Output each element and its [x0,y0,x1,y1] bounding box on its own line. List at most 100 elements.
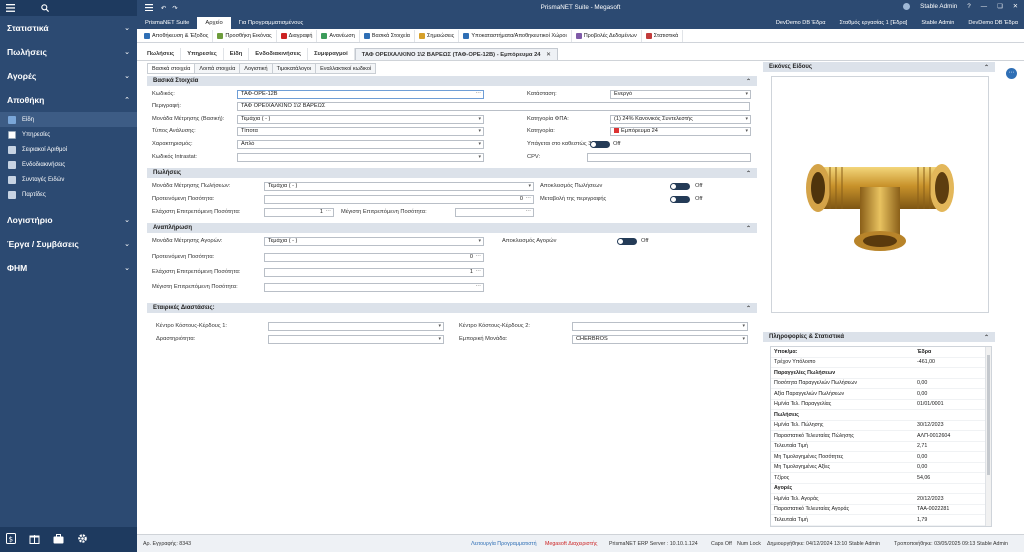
tab-file[interactable]: Αρχείο [197,17,231,29]
sidebar-section-projects[interactable]: Έργα / Συμβάσεις ⌄ [0,232,137,256]
sidebar-item-recipes[interactable]: Συνταγές Ειδών [0,172,137,187]
dimensions-header[interactable]: Εταιρικές Διαστάσεις: ⌃ [147,303,757,313]
money-icon[interactable]: $ [6,533,16,546]
sidebar-item-transfers[interactable]: Ενδοδιακινήσεις [0,157,137,172]
basic-info-button[interactable]: Βασικά Στοιχεία [360,29,415,42]
analysis-select[interactable]: Τίποτα ▾ [237,127,484,136]
tab-developers[interactable]: Για Προγραμματισμένους [231,17,312,29]
user-avatar[interactable] [903,3,911,10]
sidebar-section-fim[interactable]: ΦΗΜ ⌄ [0,256,137,280]
activity-select[interactable]: ▾ [268,335,444,344]
sidebar-section-statistics[interactable]: Στατιστικά ⌄ [0,16,137,40]
info-scrollbar[interactable] [985,347,991,526]
sales-unit-select[interactable]: Τεμάχια ( - ) ▾ [264,182,534,191]
add-image-button[interactable]: Προσθήκη Εικόνας [213,29,277,42]
category-select[interactable]: Εμπόρευμα 24 ▾ [610,127,751,136]
subtab-alt-codes[interactable]: Εναλλακτικοί κωδικοί [316,63,377,74]
sidebar-section-sales[interactable]: Πωλήσεις ⌄ [0,40,137,64]
more-icon[interactable]: ⋯ [476,254,482,260]
maximize-button[interactable]: ❏ [997,3,1003,10]
doctab-items[interactable]: Είδη [224,48,250,60]
delete-button[interactable]: Διαγραφή [277,29,318,42]
collapse-icon[interactable]: ⌃ [746,78,751,85]
purch-exclude-toggle[interactable] [617,238,637,245]
admin-mode[interactable]: Megasoft Διαχειριστής [545,541,597,547]
menubar-user[interactable]: Stable Admin [921,20,954,26]
sidebar-item-services[interactable]: Υπηρεσίες [0,127,137,142]
doctab-transfers[interactable]: Ενδοδιακινήσεις [249,48,309,60]
workstation-selector[interactable]: Σταθμός εργασίας 1 [Έδρα] [840,20,908,26]
sidebar-item-serials[interactable]: Σειριακοί Αριθμοί [0,142,137,157]
cc2-select[interactable]: ▾ [572,322,748,331]
purch-min-field[interactable]: 1 ⋯ [264,268,484,277]
refresh-button[interactable]: Ανανέωση [317,29,360,42]
sidebar-section-accounting[interactable]: Λογιστήριο ⌄ [0,208,137,232]
code-field[interactable]: ΤΑΦ-ΟΡΕ-12Β ⋯ [237,90,484,99]
subtab-other[interactable]: Λοιπά στοιχεία [195,63,241,74]
doctab-agreements[interactable]: Συμφραγμοί [308,48,355,60]
menu-icon[interactable] [6,4,15,12]
collapse-icon[interactable]: ⌃ [746,305,751,312]
more-icon[interactable]: ⋯ [326,209,332,215]
close-button[interactable]: ✕ [1013,3,1018,10]
collapse-icon[interactable]: ⌃ [984,64,989,71]
subtab-basic[interactable]: Βασικά στοιχεία [147,63,196,74]
close-tab-icon[interactable]: ✕ [546,52,551,58]
cc1-select[interactable]: ▾ [268,322,444,331]
purch-unit-select[interactable]: Τεμάχια ( - ) ▾ [264,237,484,246]
more-icon[interactable]: ⋯ [476,91,482,97]
purch-rec-field[interactable]: 0 ⋯ [264,253,484,262]
more-icon[interactable]: ⋯ [526,209,532,215]
more-icon[interactable]: ⋯ [526,196,532,202]
developer-mode[interactable]: Λειτουργία Προγραμματιστή [471,541,537,547]
briefcase-icon[interactable] [53,533,64,546]
database-selector-left[interactable]: DevDemo DB Έδρα [776,20,826,26]
more-icon[interactable]: ⋯ [476,284,482,290]
doctab-item-record[interactable]: ΤΑΦ ΟΡΕΙΧΑΛΚΙΝΟ 1\2 ΒΑΡΕΩΣ (ΤΑΦ-ΟΡΕ-12Β)… [354,48,559,60]
description-field[interactable]: ΤΑΦ ΟΡΕΙΧΑΛΚΙΝΟ 1\2 ΒΑΡΕΩΣ [237,102,750,111]
purch-max-field[interactable]: ⋯ [264,283,484,292]
unit-select[interactable]: Τεμάχια ( - ) ▾ [237,115,484,124]
replenishment-header[interactable]: Αναπλήρωση ⌃ [147,223,757,233]
cpv-field[interactable] [587,153,751,162]
sales-exclude-toggle[interactable] [670,183,690,190]
doctab-services[interactable]: Υπηρεσίες [181,48,224,60]
item-image[interactable] [771,76,989,313]
tab-prismanet-suite[interactable]: PrismaNET Suite [137,17,197,29]
gift-icon[interactable] [29,533,40,546]
collapse-icon[interactable]: ⌃ [984,334,989,341]
intrastat-field[interactable]: ▾ [237,153,484,162]
business-unit-select[interactable]: CHERBROS ▾ [572,335,748,344]
database-selector-right[interactable]: DevDemo DB Έδρα [968,20,1018,26]
search-icon[interactable] [41,4,49,12]
subtab-pricelists[interactable]: Τιμοκατάλογοι [272,63,317,74]
statistics-button[interactable]: Στατιστικά [642,29,684,42]
branches-button[interactable]: Υποκαταστήματα/Αποθηκευτικοί Χώροι [459,29,572,42]
minimize-button[interactable]: — [981,3,987,10]
subtab-accounting[interactable]: Λογιστική [240,63,273,74]
info-stats-header[interactable]: Πληροφορίες & Στατιστικά ⌃ [763,332,995,342]
art39-toggle[interactable] [590,141,610,148]
notes-button[interactable]: Σημειώσεις [415,29,460,42]
sidebar-item-batches[interactable]: Παρτίδες [0,187,137,202]
more-icon[interactable]: ⋯ [476,269,482,275]
item-images-header[interactable]: Εικόνες Είδους ⌃ [763,62,995,72]
collapse-icon[interactable]: ⌃ [746,170,751,177]
collapse-icon[interactable]: ⌃ [746,225,751,232]
sales-min-field[interactable]: 1 ⋯ [264,208,334,217]
vat-select[interactable]: (1) 24% Κανονικός Συντελεστής ▾ [610,115,751,124]
sidebar-item-items[interactable]: Είδη [0,112,137,127]
gear-icon[interactable] [77,533,88,546]
sales-max-field[interactable]: ⋯ [455,208,534,217]
data-views-button[interactable]: Προβολές Δεδομένων [572,29,642,42]
doctab-sales[interactable]: Πωλήσεις [141,48,182,60]
sales-header[interactable]: Πωλήσεις ⌃ [147,168,757,178]
status-select[interactable]: Ενεργό ▾ [610,90,751,99]
sales-rec-field[interactable]: 0 ⋯ [264,195,534,204]
basic-info-header[interactable]: Βασικά Στοιχεία ⌃ [147,76,757,86]
characterization-select[interactable]: Απλό ▾ [237,140,484,149]
save-exit-button[interactable]: Αποθήκευση & Έξοδος [140,29,214,42]
sidebar-section-purchases[interactable]: Αγορές ⌄ [0,64,137,88]
desc-change-toggle[interactable] [670,196,690,203]
chat-icon[interactable]: ⋯ [1006,68,1017,79]
